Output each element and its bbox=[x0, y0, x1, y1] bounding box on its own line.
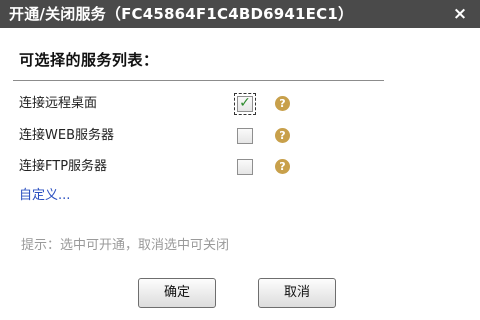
service-label: 连接远程桌面 bbox=[19, 96, 98, 111]
service-label: 连接WEB服务器 bbox=[19, 128, 114, 143]
service-dialog: 开通/关闭服务（FC45864F1C4BD6941EC1） × 可选择的服务列表… bbox=[0, 0, 480, 320]
ok-button[interactable]: 确定 bbox=[138, 278, 216, 308]
custom-link[interactable]: 自定义... bbox=[19, 187, 70, 205]
hint-text: 提示：选中可开通，取消选中可关闭 bbox=[21, 238, 230, 253]
ftp-server-checkbox[interactable] bbox=[237, 159, 253, 175]
checkmark-icon: ✓ bbox=[239, 95, 251, 111]
help-icon[interactable]: ? bbox=[275, 128, 290, 143]
service-row-ftp-server: 连接FTP服务器 ? bbox=[19, 156, 299, 178]
dialog-title: 开通/关闭服务（FC45864F1C4BD6941EC1） bbox=[9, 5, 354, 23]
remote-desktop-checkbox[interactable]: ✓ bbox=[234, 93, 256, 115]
heading-divider bbox=[13, 80, 384, 81]
help-icon[interactable]: ? bbox=[275, 159, 290, 174]
close-button[interactable]: × bbox=[450, 3, 470, 25]
help-icon[interactable]: ? bbox=[275, 96, 290, 111]
close-icon: × bbox=[452, 4, 468, 24]
section-heading: 可选择的服务列表： bbox=[19, 51, 159, 69]
service-label: 连接FTP服务器 bbox=[19, 159, 108, 174]
title-bar: 开通/关闭服务（FC45864F1C4BD6941EC1） × bbox=[0, 0, 480, 28]
service-row-web-server: 连接WEB服务器 ? bbox=[19, 125, 299, 147]
cancel-button[interactable]: 取消 bbox=[258, 278, 336, 308]
service-row-remote-desktop: 连接远程桌面 ✓ ? bbox=[19, 93, 299, 115]
web-server-checkbox[interactable] bbox=[237, 128, 253, 144]
